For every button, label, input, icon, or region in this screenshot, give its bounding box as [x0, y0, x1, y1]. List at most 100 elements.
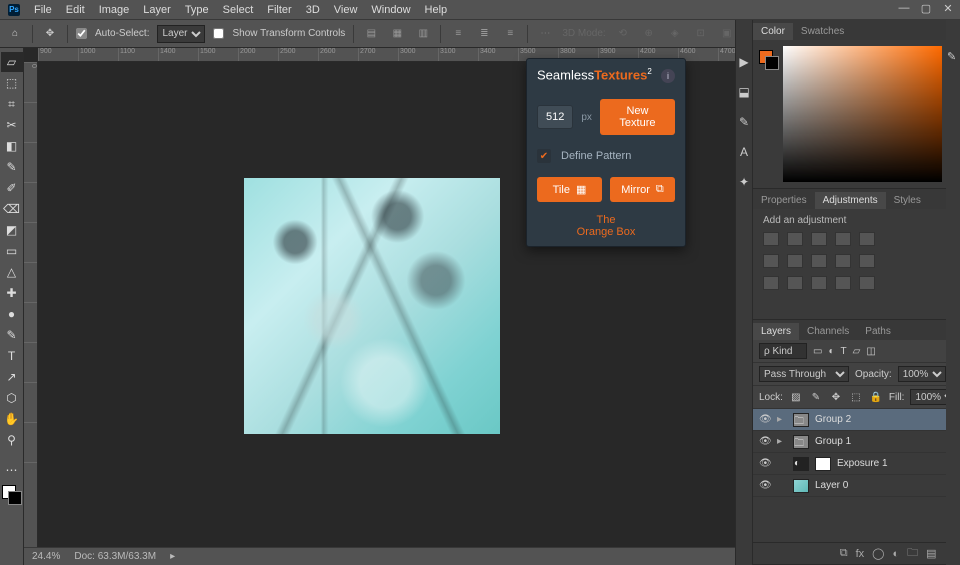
filter-smart-icon[interactable]: ◫: [866, 346, 875, 357]
healing-tool[interactable]: ✚: [1, 283, 23, 303]
lock-transparent-icon[interactable]: ▨: [789, 390, 803, 404]
distribute-icon[interactable]: ≡: [449, 25, 467, 43]
visibility-icon[interactable]: 👁: [759, 414, 771, 425]
crop-tool[interactable]: ✂: [1, 115, 23, 135]
plugin-panel-seamless-textures[interactable]: SeamlessTextures2 i 512 px New Texture ✔…: [526, 58, 686, 247]
auto-select-checkbox[interactable]: [76, 28, 87, 39]
layer-name[interactable]: Group 1: [815, 436, 851, 447]
layer-filter-input[interactable]: [759, 343, 807, 359]
menu-image[interactable]: Image: [99, 4, 130, 16]
mirror-button[interactable]: Mirror⧉: [610, 177, 675, 202]
brush-tool[interactable]: ✐: [1, 178, 23, 198]
document-image[interactable]: [244, 178, 500, 434]
filter-pixel-icon[interactable]: ▭: [813, 346, 822, 357]
menu-help[interactable]: Help: [425, 4, 448, 16]
status-expand-icon[interactable]: ▸: [170, 551, 175, 562]
adj-levels-icon[interactable]: [787, 232, 803, 246]
layer-row[interactable]: 👁 ◐ Exposure 1: [753, 453, 960, 475]
character-panel-icon[interactable]: A: [736, 144, 752, 160]
adj-curves-icon[interactable]: [811, 232, 827, 246]
hand-tool[interactable]: ✋: [1, 409, 23, 429]
visibility-icon[interactable]: 👁: [759, 436, 771, 447]
dodge-tool[interactable]: ●: [1, 304, 23, 324]
tab-swatches[interactable]: Swatches: [793, 23, 852, 40]
menu-select[interactable]: Select: [223, 4, 254, 16]
opacity-input[interactable]: 100%: [898, 366, 946, 382]
gradient-tool[interactable]: ◩: [1, 220, 23, 240]
link-layers-icon[interactable]: ⧉: [840, 547, 848, 560]
shape-tool[interactable]: ⬡: [1, 388, 23, 408]
lock-all-icon[interactable]: 🔒: [869, 390, 883, 404]
adj-hue-icon[interactable]: [763, 254, 779, 268]
blur-tool[interactable]: △: [1, 262, 23, 282]
color-swatch[interactable]: [2, 485, 22, 505]
menu-3d[interactable]: 3D: [306, 4, 320, 16]
menu-file[interactable]: File: [34, 4, 52, 16]
window-close[interactable]: ✕: [942, 2, 954, 14]
tab-paths[interactable]: Paths: [857, 323, 899, 340]
path-tool[interactable]: ↗: [1, 367, 23, 387]
color-swatch-pair[interactable]: [759, 50, 779, 70]
tab-layers[interactable]: Layers: [753, 323, 799, 340]
align-icon[interactable]: ▦: [388, 25, 406, 43]
info-icon[interactable]: i: [661, 69, 675, 83]
color-field[interactable]: [783, 46, 942, 182]
expand-icon[interactable]: ▸: [777, 414, 787, 425]
lock-pixels-icon[interactable]: ✎: [809, 390, 823, 404]
zoom-level[interactable]: 24.4%: [32, 551, 60, 562]
eyedropper-tool[interactable]: ✎: [1, 157, 23, 177]
filter-adj-icon[interactable]: ◐: [828, 346, 834, 357]
new-fill-icon[interactable]: ◐: [892, 548, 899, 560]
adj-bw-icon[interactable]: [787, 254, 803, 268]
tab-channels[interactable]: Channels: [799, 323, 857, 340]
tab-properties[interactable]: Properties: [753, 192, 815, 209]
tab-styles[interactable]: Styles: [886, 192, 929, 209]
lock-position-icon[interactable]: ✥: [829, 390, 843, 404]
home-icon[interactable]: ⌂: [6, 25, 24, 43]
distribute-icon[interactable]: ≣: [475, 25, 493, 43]
visibility-icon[interactable]: 👁: [759, 480, 771, 491]
marquee-tool[interactable]: ⬚: [1, 73, 23, 93]
adj-vibrance-icon[interactable]: [859, 232, 875, 246]
frame-tool[interactable]: ◧: [1, 136, 23, 156]
zoom-tool[interactable]: ⚲: [1, 430, 23, 450]
show-transform-checkbox[interactable]: [213, 28, 224, 39]
more-icon[interactable]: ⋯: [536, 25, 554, 43]
menu-edit[interactable]: Edit: [66, 4, 85, 16]
blend-mode-dropdown[interactable]: Pass Through: [759, 366, 849, 382]
filter-shape-icon[interactable]: ▱: [853, 346, 861, 357]
adj-color-lookup-icon[interactable]: [859, 254, 875, 268]
tile-button[interactable]: Tile▦: [537, 177, 602, 202]
panel-icon[interactable]: ✦: [736, 174, 752, 190]
adj-invert-icon[interactable]: [763, 276, 779, 290]
window-maximize[interactable]: ▢: [920, 2, 932, 14]
move-tool-icon[interactable]: ✥: [41, 25, 59, 43]
auto-select-dropdown[interactable]: Layer: [157, 25, 205, 43]
layer-name[interactable]: Exposure 1: [837, 458, 888, 469]
menu-window[interactable]: Window: [371, 4, 410, 16]
layer-row[interactable]: 👁 ▸ 🗀 Group 2: [753, 409, 960, 431]
window-minimize[interactable]: —: [898, 2, 910, 14]
new-group-icon[interactable]: 🗀: [907, 544, 918, 563]
menu-view[interactable]: View: [334, 4, 358, 16]
adj-photo-filter-icon[interactable]: [811, 254, 827, 268]
layer-mask-icon[interactable]: ◯: [872, 547, 884, 560]
eraser-tool[interactable]: ▭: [1, 241, 23, 261]
layer-row[interactable]: 👁 Layer 0: [753, 475, 960, 497]
history-icon[interactable]: ▶: [736, 54, 752, 70]
adj-channel-mixer-icon[interactable]: [835, 254, 851, 268]
lock-icon[interactable]: ⬚: [849, 390, 863, 404]
layer-name[interactable]: Layer 0: [815, 480, 848, 491]
adj-posterize-icon[interactable]: [787, 276, 803, 290]
doc-size[interactable]: Doc: 63.3M/63.3M: [74, 551, 156, 562]
new-layer-icon[interactable]: ▤: [926, 547, 936, 560]
adj-threshold-icon[interactable]: [811, 276, 827, 290]
layer-row[interactable]: 👁 ▸ 🗀 Group 1: [753, 431, 960, 453]
adj-selective-color-icon[interactable]: [859, 276, 875, 290]
type-tool[interactable]: T: [1, 346, 23, 366]
stamp-tool[interactable]: ⌫: [1, 199, 23, 219]
align-icon[interactable]: ▥: [414, 25, 432, 43]
size-input[interactable]: 512: [537, 105, 573, 129]
layer-fx-icon[interactable]: fx: [856, 548, 865, 560]
align-icon[interactable]: ▤: [362, 25, 380, 43]
